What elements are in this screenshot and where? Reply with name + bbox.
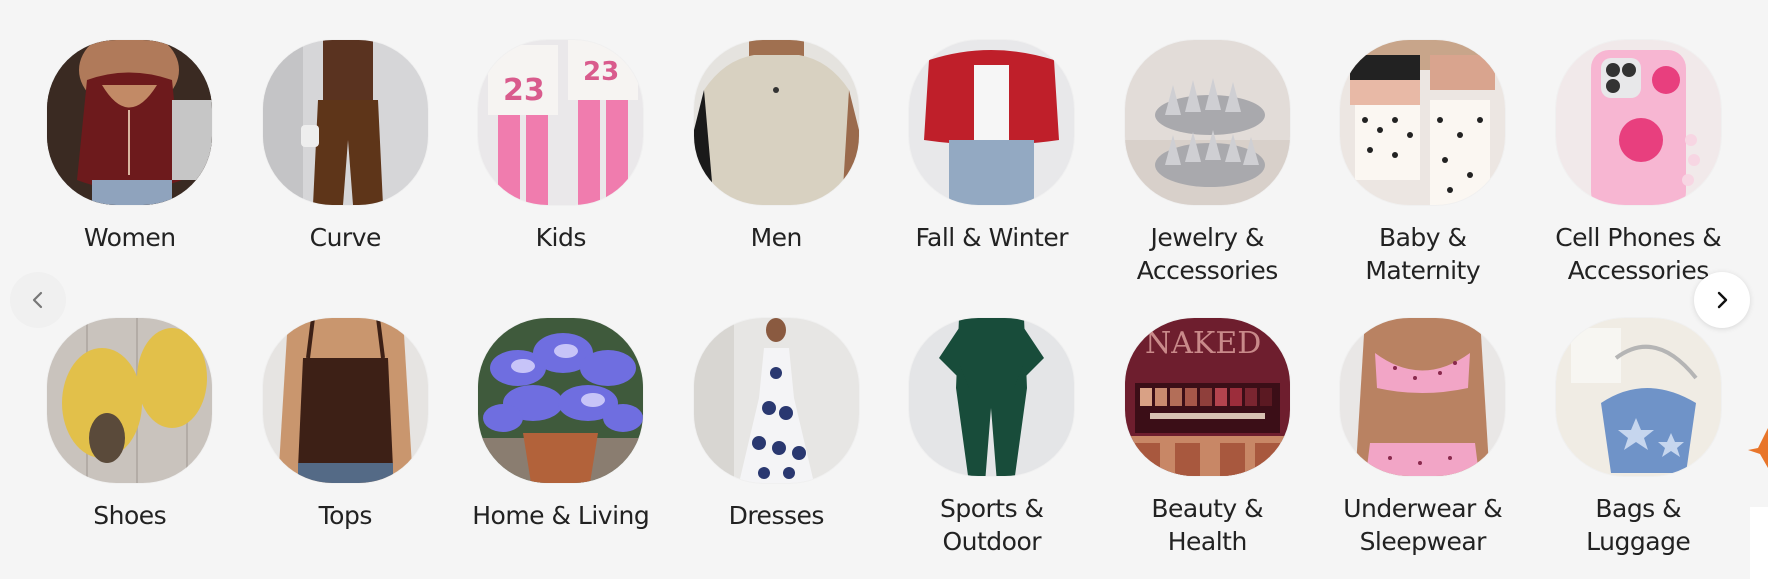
category-fall-winter[interactable]: Fall & Winter — [884, 40, 1100, 318]
category-image-shoes[interactable] — [47, 318, 213, 483]
carousel-prev-button[interactable] — [10, 272, 66, 328]
category-shoes[interactable]: Shoes — [22, 318, 238, 558]
category-image-fall-winter[interactable] — [909, 40, 1075, 205]
category-label: Kids — [535, 223, 587, 252]
category-label: Jewelry & Accessories — [1136, 223, 1279, 285]
category-curve[interactable]: Curve — [238, 40, 454, 318]
svg-text:NAKED: NAKED — [1145, 326, 1261, 361]
category-home-living[interactable]: Home & Living — [453, 318, 669, 558]
category-image-sports[interactable] — [909, 318, 1075, 476]
category-image-jewelry[interactable] — [1124, 40, 1290, 205]
autumn-leaf-decoration — [1748, 428, 1768, 468]
category-label: Dresses — [728, 501, 825, 530]
svg-text:23: 23 — [503, 73, 545, 108]
category-jewelry-accessories[interactable]: Jewelry & Accessories — [1100, 40, 1316, 318]
category-grid: Women Curve 23 23 Kids Men Fall & Winter… — [22, 40, 1746, 558]
category-image-baby[interactable] — [1340, 40, 1506, 205]
category-image-kids[interactable]: 23 23 — [478, 40, 644, 205]
svg-text:23: 23 — [583, 57, 619, 87]
category-baby-maternity[interactable]: Baby & Maternity — [1315, 40, 1531, 318]
carousel-next-button[interactable] — [1694, 272, 1750, 328]
category-tops[interactable]: Tops — [238, 318, 454, 558]
category-image-women[interactable] — [47, 40, 213, 205]
chevron-left-icon — [32, 291, 43, 309]
category-bags-luggage[interactable]: Bags & Luggage — [1531, 318, 1747, 558]
category-label: Beauty & Health — [1151, 494, 1264, 556]
category-image-phones[interactable] — [1555, 40, 1721, 205]
category-kids[interactable]: 23 23 Kids — [453, 40, 669, 318]
edge-panel — [1750, 507, 1768, 579]
category-label: Shoes — [93, 501, 167, 530]
category-beauty-health[interactable]: NAKED Beauty & Health — [1100, 318, 1316, 558]
category-image-bags[interactable] — [1555, 318, 1721, 476]
category-label: Fall & Winter — [915, 223, 1069, 252]
category-label: Tops — [318, 501, 373, 530]
category-men[interactable]: Men — [669, 40, 885, 318]
category-label: Men — [750, 223, 803, 252]
category-label: Baby & Maternity — [1365, 223, 1481, 285]
category-image-beauty[interactable]: NAKED — [1124, 318, 1290, 476]
category-image-curve[interactable] — [262, 40, 428, 205]
chevron-right-icon — [1717, 291, 1728, 309]
category-sports-outdoor[interactable]: Sports & Outdoor — [884, 318, 1100, 558]
category-label: Sports & Outdoor — [939, 494, 1044, 556]
category-label: Underwear & Sleepwear — [1343, 494, 1503, 556]
category-image-home[interactable] — [478, 318, 644, 483]
category-image-underwear[interactable] — [1340, 318, 1506, 476]
category-image-tops[interactable] — [262, 318, 428, 483]
category-underwear-sleepwear[interactable]: Underwear & Sleepwear — [1315, 318, 1531, 558]
category-image-dresses[interactable] — [693, 318, 859, 483]
category-label: Bags & Luggage — [1586, 494, 1691, 556]
category-label: Women — [83, 223, 176, 252]
category-label: Home & Living — [472, 501, 650, 530]
category-dresses[interactable]: Dresses — [669, 318, 885, 558]
category-image-men[interactable] — [693, 40, 859, 205]
category-carousel: Women Curve 23 23 Kids Men Fall & Winter… — [0, 0, 1768, 579]
category-label: Curve — [309, 223, 382, 252]
